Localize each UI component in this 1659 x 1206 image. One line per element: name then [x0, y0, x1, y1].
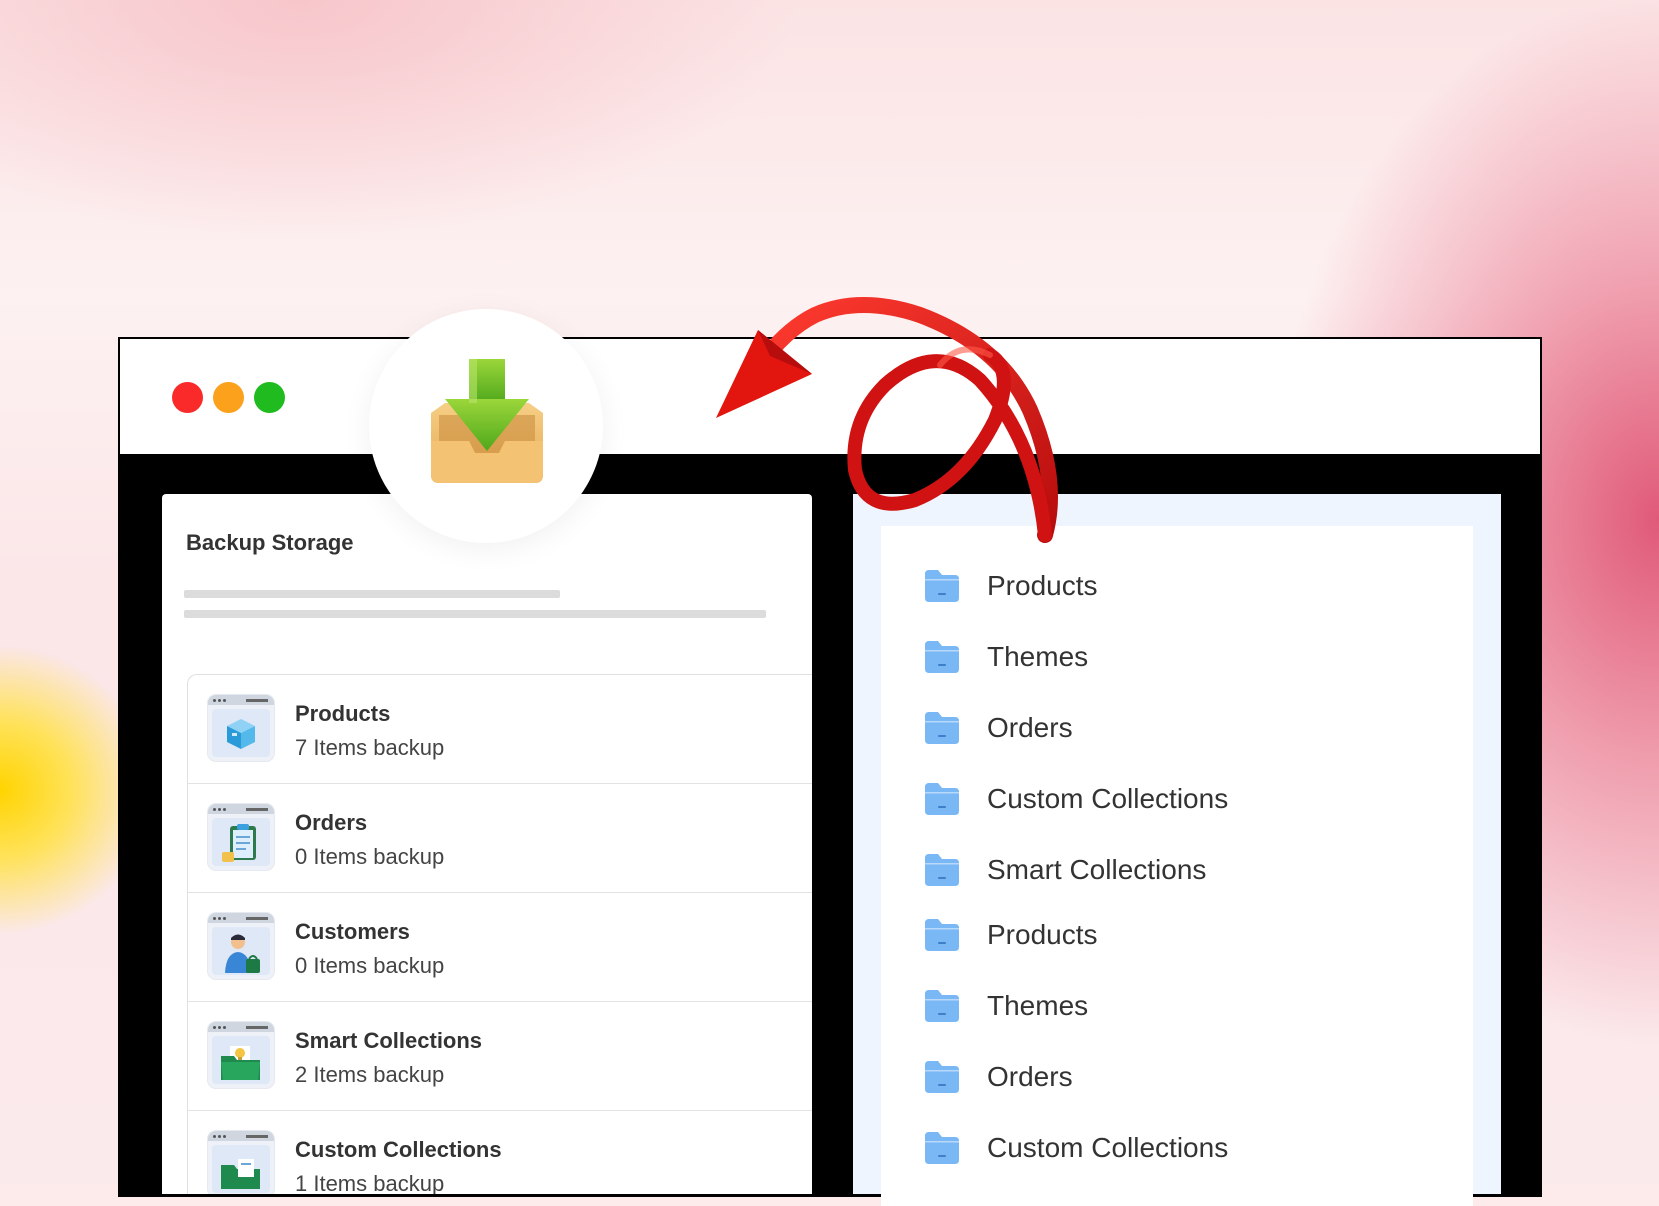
- folder-icon: [925, 1061, 959, 1093]
- folder-label: Custom Collections: [987, 1132, 1229, 1163]
- folder-label: Smart Collections: [987, 854, 1207, 885]
- skeleton-line: [184, 590, 560, 598]
- close-button[interactable]: [172, 382, 203, 413]
- row-subtitle: 0 Items backup: [295, 953, 445, 978]
- row-title: Custom Collections: [295, 1137, 502, 1162]
- custom-collection-icon: [208, 1131, 274, 1194]
- folder-panel: Products Themes Orders Custom Collection…: [853, 494, 1501, 1206]
- row-title: Customers: [295, 919, 410, 944]
- backup-row-customers[interactable]: Customers 0 Items backup: [188, 893, 812, 1002]
- folder-label: Themes: [987, 990, 1089, 1021]
- folder-list: Products Themes Orders Custom Collection…: [881, 526, 1473, 1206]
- folder-icon: [925, 570, 959, 602]
- folder-icon: [925, 641, 959, 673]
- order-clipboard-icon: [208, 804, 274, 870]
- backup-list: Products 7 Items backup Orders 0 Items b: [187, 674, 812, 1194]
- backup-row-smart-collections[interactable]: Smart Collections 2 Items backup: [188, 1002, 812, 1111]
- folder-icon: [925, 990, 959, 1022]
- customer-person-icon: [208, 913, 274, 979]
- folder-label: Custom Collections: [987, 783, 1229, 814]
- smart-collection-folder-icon: [208, 1022, 274, 1088]
- download-inbox-icon: [431, 359, 543, 483]
- download-badge: [369, 309, 603, 543]
- folder-icon: [925, 854, 959, 886]
- row-subtitle: 2 Items backup: [295, 1062, 445, 1087]
- row-subtitle: 0 Items backup: [295, 844, 445, 869]
- skeleton-line: [184, 610, 766, 618]
- folder-label: Products: [987, 919, 1098, 950]
- curved-red-arrow-icon: [716, 297, 1058, 543]
- folder-label: Themes: [987, 641, 1089, 672]
- backup-row-orders[interactable]: Orders 0 Items backup: [188, 784, 812, 893]
- maximize-button[interactable]: [254, 382, 285, 413]
- backup-row-custom-collections[interactable]: Custom Collections 1 Items backup: [188, 1111, 812, 1194]
- row-title: Orders: [295, 810, 368, 835]
- row-title: Products: [295, 701, 391, 726]
- folder-label: Orders: [987, 712, 1073, 743]
- folder-icon: [925, 783, 959, 815]
- folder-icon: [925, 712, 959, 744]
- folder-icon: [925, 1132, 959, 1164]
- row-subtitle: 7 Items backup: [295, 735, 445, 760]
- backup-row-products[interactable]: Products 7 Items backup: [188, 675, 812, 784]
- folder-label: Products: [987, 570, 1098, 601]
- row-title: Smart Collections: [295, 1028, 483, 1053]
- backup-storage-panel: Backup Storage Products 7 Items backup O…: [162, 494, 812, 1194]
- folder-icon: [925, 919, 959, 951]
- panel-title: Backup Storage: [186, 530, 354, 555]
- product-box-icon: [208, 695, 274, 761]
- folder-label: Orders: [987, 1061, 1073, 1092]
- minimize-button[interactable]: [213, 382, 244, 413]
